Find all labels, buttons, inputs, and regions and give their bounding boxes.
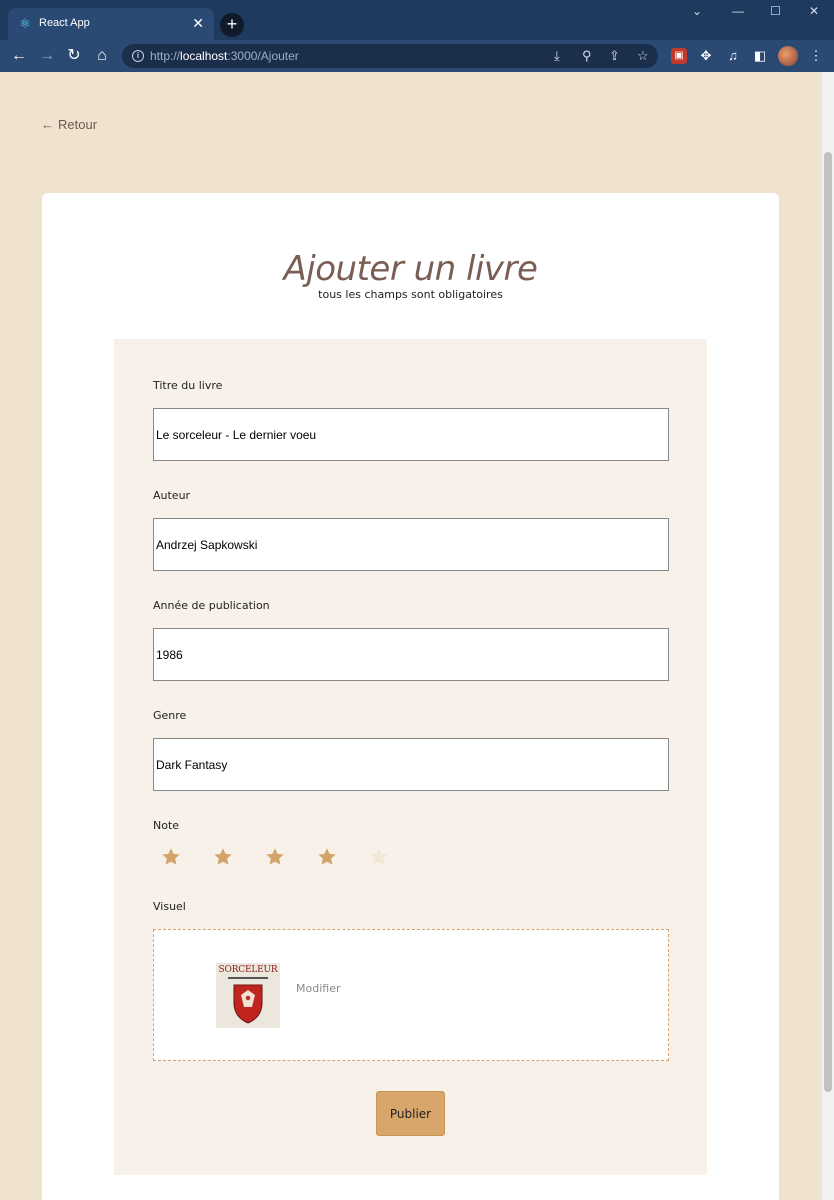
year-label: Année de publication bbox=[153, 599, 270, 612]
share-icon[interactable]: ⇪ bbox=[609, 48, 620, 64]
add-book-card: Ajouter un livre tous les champs sont ob… bbox=[42, 193, 779, 1200]
genre-input[interactable] bbox=[153, 738, 669, 791]
book-cover-image: SORCELEUR bbox=[216, 963, 280, 1028]
menu-kebab-icon[interactable]: ⋮ bbox=[806, 46, 826, 66]
star-icon[interactable] bbox=[368, 846, 390, 868]
year-input[interactable] bbox=[153, 628, 669, 681]
new-tab-button[interactable]: + bbox=[220, 13, 244, 37]
title-label: Titre du livre bbox=[153, 379, 223, 392]
zoom-icon[interactable]: ⚲ bbox=[582, 48, 592, 64]
visual-label: Visuel bbox=[153, 900, 186, 913]
profile-avatar[interactable] bbox=[778, 46, 798, 66]
star-icon[interactable] bbox=[160, 846, 182, 868]
author-label: Auteur bbox=[153, 489, 191, 502]
shield-icon bbox=[233, 984, 263, 1024]
home-icon[interactable]: ⌂ bbox=[92, 46, 112, 66]
close-window-icon[interactable]: ✕ bbox=[809, 4, 819, 18]
browser-tab[interactable]: ⚛ React App ✕ bbox=[8, 8, 214, 40]
close-tab-icon[interactable]: ✕ bbox=[192, 15, 204, 31]
page-title: Ajouter un livre bbox=[283, 249, 538, 289]
minimize-icon[interactable]: — bbox=[732, 4, 744, 18]
reload-icon[interactable]: ↻ bbox=[64, 46, 84, 66]
scrollbar[interactable] bbox=[822, 72, 834, 1200]
tab-title: React App bbox=[39, 17, 90, 29]
back-icon[interactable]: ← bbox=[9, 46, 29, 66]
maximize-icon[interactable]: ☐ bbox=[770, 4, 781, 18]
back-link-label: Retour bbox=[58, 117, 98, 132]
publish-button[interactable]: Publier bbox=[376, 1091, 445, 1136]
arrow-left-icon: ← bbox=[41, 117, 54, 132]
media-control-icon[interactable]: ♫ bbox=[723, 46, 743, 66]
install-icon[interactable]: ⤓ bbox=[554, 48, 560, 64]
bookmark-star-icon[interactable]: ☆ bbox=[637, 48, 649, 64]
scrollbar-thumb[interactable] bbox=[824, 152, 832, 1092]
star-icon[interactable] bbox=[316, 846, 338, 868]
star-icon[interactable] bbox=[212, 846, 234, 868]
add-book-form: Titre du livre Auteur Année de publicati… bbox=[114, 339, 707, 1175]
tab-search-icon[interactable]: ⌄ bbox=[692, 4, 702, 18]
author-input[interactable] bbox=[153, 518, 669, 571]
modify-image-button[interactable]: Modifier bbox=[296, 982, 340, 995]
genre-label: Genre bbox=[153, 709, 187, 722]
side-panel-icon[interactable]: ◧ bbox=[750, 46, 770, 66]
page-viewport: ← Retour Ajouter un livre tous les champs… bbox=[0, 72, 822, 1200]
browser-titlebar: ⚛ React App ✕ + ⌄ — ☐ ✕ bbox=[0, 0, 834, 40]
title-input[interactable] bbox=[153, 408, 669, 461]
browser-toolbar: ← → ↻ ⌂ i http://localhost:3000/Ajouter … bbox=[0, 40, 834, 72]
extensions-puzzle-icon[interactable]: ✥ bbox=[696, 46, 716, 66]
extension-icon[interactable]: ▣ bbox=[671, 48, 687, 64]
forward-icon[interactable]: → bbox=[37, 46, 57, 66]
star-icon[interactable] bbox=[264, 846, 286, 868]
site-info-icon[interactable]: i bbox=[132, 50, 144, 62]
image-dropzone[interactable]: SORCELEUR Modifier bbox=[153, 929, 669, 1061]
rating-label: Note bbox=[153, 819, 180, 832]
url-text: http://localhost:3000/Ajouter bbox=[150, 49, 299, 63]
react-icon: ⚛ bbox=[19, 16, 31, 31]
address-bar[interactable]: i http://localhost:3000/Ajouter ⤓ ⚲ ⇪ ☆ bbox=[122, 44, 658, 68]
back-link[interactable]: ← Retour bbox=[41, 117, 97, 132]
page-subtitle: tous les champs sont obligatoires bbox=[318, 288, 503, 301]
